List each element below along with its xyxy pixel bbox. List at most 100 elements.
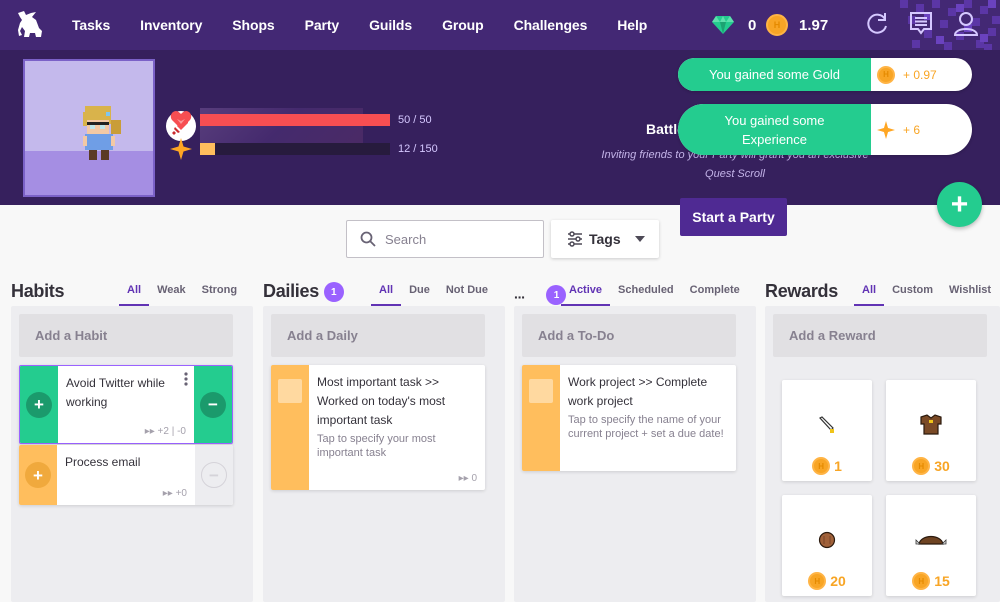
reward-price: 1: [834, 458, 842, 474]
reward-price: 20: [830, 573, 846, 589]
todos-filter-active[interactable]: Active: [561, 282, 611, 306]
habit-task[interactable]: + Process email ▸▸ +0 −: [19, 445, 233, 505]
gem-balance[interactable]: 0: [711, 0, 756, 50]
nav-help[interactable]: Help: [617, 17, 647, 33]
nav-challenges[interactable]: Challenges: [514, 17, 588, 33]
notification-message: You gained some Gold: [678, 58, 871, 91]
leather-helm-icon: [915, 535, 947, 545]
avatar[interactable]: [23, 59, 155, 197]
reward-item[interactable]: H 20: [782, 495, 872, 596]
notifications-icon[interactable]: [907, 10, 935, 38]
gem-count: 0: [748, 16, 757, 34]
filter-sliders-icon: [568, 231, 582, 247]
todos-filters: Active Scheduled Complete: [561, 282, 748, 306]
tags-label: Tags: [589, 231, 621, 247]
nav-inventory[interactable]: Inventory: [140, 17, 202, 33]
todo-task[interactable]: Work project >> Complete work project Ta…: [522, 365, 736, 471]
task-streak: ▸▸ +2 | -0: [144, 426, 186, 437]
gold-coin-icon: H: [808, 572, 827, 590]
habits-title: Habits: [11, 281, 65, 301]
top-nav: Tasks Inventory Shops Party Guilds Group…: [0, 0, 1000, 50]
add-todo-input[interactable]: Add a To-Do: [522, 314, 736, 357]
nav-guilds[interactable]: Guilds: [369, 17, 412, 33]
reward-item[interactable]: H 15: [886, 495, 976, 596]
daily-checkbox[interactable]: [278, 379, 302, 403]
habit-plus-button[interactable]: +: [26, 391, 52, 418]
create-task-button[interactable]: +: [937, 182, 982, 227]
nav-tasks[interactable]: Tasks: [72, 17, 110, 33]
start-party-button[interactable]: Start a Party: [680, 198, 787, 236]
health-text: 50 / 50: [398, 114, 432, 126]
dailies-title: Dailies 1: [263, 281, 344, 303]
more-options-icon[interactable]: [184, 372, 188, 386]
habit-task[interactable]: + Avoid Twitter while working ▸▸ +2 | -0…: [19, 365, 233, 444]
rewards-column: Add a Reward H1 H 30 H 20 H 15: [765, 306, 1000, 602]
rewards-filter-wishlist[interactable]: Wishlist: [941, 282, 999, 306]
gem-icon: [712, 16, 734, 34]
dailies-count-badge: 1: [323, 282, 344, 303]
reward-price: 30: [934, 458, 950, 474]
habits-filter-strong[interactable]: Strong: [194, 282, 245, 306]
avatar-sprite: [83, 106, 121, 160]
leather-armor-icon: [920, 414, 942, 435]
dailies-filters: All Due Not Due: [371, 282, 496, 306]
habits-filter-weak[interactable]: Weak: [149, 282, 194, 306]
nav-party[interactable]: Party: [305, 17, 340, 33]
habit-minus-button[interactable]: −: [200, 391, 226, 418]
reward-item[interactable]: H 30: [886, 380, 976, 481]
tags-filter-button[interactable]: Tags: [551, 220, 659, 258]
daily-task[interactable]: Most important task >> Worked on today's…: [271, 365, 485, 490]
task-title: Most important task >> Worked on today's…: [317, 375, 446, 427]
habit-minus-button[interactable]: −: [201, 462, 227, 488]
nav-shops[interactable]: Shops: [232, 17, 274, 33]
experience-notification[interactable]: You gained some Experience + 6: [678, 104, 972, 155]
sync-icon[interactable]: [863, 10, 891, 38]
search-input[interactable]: [385, 231, 535, 247]
experience-star-icon: [170, 138, 192, 160]
search-box[interactable]: [346, 220, 544, 258]
todos-filter-scheduled[interactable]: Scheduled: [610, 282, 682, 306]
rewards-filter-all[interactable]: All: [854, 282, 885, 306]
reward-item[interactable]: H1: [782, 380, 872, 481]
todo-checkbox[interactable]: [529, 379, 553, 403]
habit-plus-button[interactable]: +: [25, 462, 51, 488]
task-title: Process email: [65, 455, 141, 469]
reward-price: 15: [934, 573, 950, 589]
gold-coin-icon: H: [877, 65, 895, 84]
rewards-filters: All Custom Wishlist: [854, 282, 999, 306]
experience-star-icon: [877, 120, 895, 139]
todos-filter-complete[interactable]: Complete: [682, 282, 748, 306]
task-notes: Tap to specify your most important task: [317, 433, 436, 459]
gold-balance[interactable]: H 1.97: [766, 0, 828, 50]
notification-amount: + 0.97: [903, 67, 937, 82]
habitica-gryphon-logo[interactable]: [14, 9, 44, 39]
nav-group[interactable]: Group: [442, 17, 484, 33]
dailies-column: Add a Daily Most important task >> Worke…: [263, 306, 505, 602]
add-daily-input[interactable]: Add a Daily: [271, 314, 485, 357]
main-nav: Tasks Inventory Shops Party Guilds Group…: [72, 0, 677, 50]
task-title: Work project >> Complete work project: [568, 375, 708, 408]
experience-text: 12 / 150: [398, 143, 438, 155]
add-reward-input[interactable]: Add a Reward: [773, 314, 987, 357]
habits-filters: All Weak Strong: [119, 282, 245, 306]
task-streak: ▸▸ 0: [458, 473, 477, 484]
rewards-filter-custom[interactable]: Custom: [884, 282, 941, 306]
todos-column: Add a To-Do Work project >> Complete wor…: [514, 306, 756, 602]
gold-coin-icon: H: [812, 457, 831, 475]
dailies-filter-not-due[interactable]: Not Due: [438, 282, 496, 306]
health-heart-icon: [170, 111, 192, 129]
habits-column: Add a Habit + Avoid Twitter while workin…: [11, 306, 253, 602]
gold-notification[interactable]: You gained some Gold H + 0.97: [678, 58, 972, 91]
wooden-shield-icon: [818, 531, 836, 549]
dailies-filter-all[interactable]: All: [371, 282, 402, 306]
user-icon[interactable]: [952, 10, 980, 38]
task-streak: ▸▸ +0: [162, 488, 187, 499]
add-habit-input[interactable]: Add a Habit: [19, 314, 233, 357]
habits-filter-all[interactable]: All: [119, 282, 150, 306]
gold-coin-icon: H: [766, 14, 788, 36]
task-title: Avoid Twitter while working: [66, 376, 165, 409]
dailies-filter-due[interactable]: Due: [401, 282, 438, 306]
notification-amount: + 6: [903, 122, 921, 137]
rewards-title: Rewards: [765, 281, 838, 301]
notification-message: You gained some Experience: [678, 104, 871, 155]
